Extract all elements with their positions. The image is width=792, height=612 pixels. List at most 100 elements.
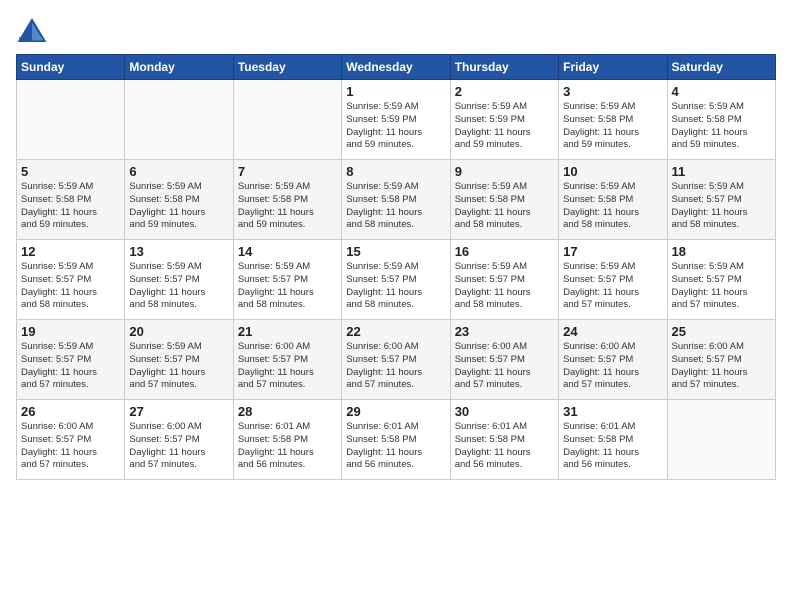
day-number: 29	[346, 404, 445, 419]
calendar-header: SundayMondayTuesdayWednesdayThursdayFrid…	[17, 55, 776, 80]
day-number: 17	[563, 244, 662, 259]
week-row-3: 12Sunrise: 5:59 AM Sunset: 5:57 PM Dayli…	[17, 240, 776, 320]
day-info: Sunrise: 5:59 AM Sunset: 5:58 PM Dayligh…	[563, 181, 662, 232]
day-cell: 30Sunrise: 6:01 AM Sunset: 5:58 PM Dayli…	[450, 400, 558, 480]
week-row-4: 19 Sunrise: 5:59 AM Sunset: 5:57 PM Dayli…	[17, 320, 776, 400]
day-info: Sunrise: 6:00 AM Sunset: 5:57 PM Dayligh…	[346, 341, 445, 392]
day-info: Sunrise: 6:00 AM Sunset: 5:57 PM Dayligh…	[672, 341, 771, 392]
day-number: 15	[346, 244, 445, 259]
day-cell: 21Sunrise: 6:00 AM Sunset: 5:57 PM Dayli…	[233, 320, 341, 400]
day-cell: 24Sunrise: 6:00 AM Sunset: 5:57 PM Dayli…	[559, 320, 667, 400]
day-cell: 15 Sunrise: 5:59 AM Sunset: 5:57 PM Dayli…	[342, 240, 450, 320]
calendar-body: 1 Sunrise: 5:59 AM Sunset: 5:59 PM Daylig…	[17, 80, 776, 480]
day-cell: 18 Sunrise: 5:59 AM Sunset: 5:57 PM Dayli…	[667, 240, 775, 320]
day-number: 1	[346, 84, 445, 99]
day-info: Sunrise: 6:00 AM Sunset: 5:57 PM Dayligh…	[21, 421, 120, 472]
logo	[16, 16, 52, 44]
week-row-1: 1 Sunrise: 5:59 AM Sunset: 5:59 PM Daylig…	[17, 80, 776, 160]
day-number: 20	[129, 324, 228, 339]
day-info: Sunrise: 5:59 AM Sunset: 5:57 PM Dayligh…	[455, 261, 554, 312]
day-info: Sunrise: 6:01 AM Sunset: 5:58 PM Dayligh…	[238, 421, 337, 472]
day-number: 8	[346, 164, 445, 179]
day-cell: 20 Sunrise: 5:59 AM Sunset: 5:57 PM Dayli…	[125, 320, 233, 400]
day-info: Sunrise: 5:59 AM Sunset: 5:57 PM Dayligh…	[21, 341, 120, 392]
day-number: 13	[129, 244, 228, 259]
day-cell: 3 Sunrise: 5:59 AM Sunset: 5:58 PM Daylig…	[559, 80, 667, 160]
week-row-5: 26Sunrise: 6:00 AM Sunset: 5:57 PM Dayli…	[17, 400, 776, 480]
day-cell: 8 Sunrise: 5:59 AM Sunset: 5:58 PM Daylig…	[342, 160, 450, 240]
day-cell: 25 Sunrise: 6:00 AM Sunset: 5:57 PM Dayli…	[667, 320, 775, 400]
page-header	[16, 16, 776, 44]
header-cell-thursday: Thursday	[450, 55, 558, 80]
day-number: 21	[238, 324, 337, 339]
day-info: Sunrise: 5:59 AM Sunset: 5:58 PM Dayligh…	[563, 101, 662, 152]
day-cell: 2Sunrise: 5:59 AM Sunset: 5:59 PM Daylig…	[450, 80, 558, 160]
day-cell	[667, 400, 775, 480]
day-info: Sunrise: 5:59 AM Sunset: 5:57 PM Dayligh…	[129, 341, 228, 392]
day-info: Sunrise: 5:59 AM Sunset: 5:58 PM Dayligh…	[346, 181, 445, 232]
day-info: Sunrise: 6:01 AM Sunset: 5:58 PM Dayligh…	[346, 421, 445, 472]
day-info: Sunrise: 5:59 AM Sunset: 5:57 PM Dayligh…	[672, 181, 771, 232]
logo-icon	[16, 16, 48, 44]
day-number: 19	[21, 324, 120, 339]
day-cell	[17, 80, 125, 160]
day-number: 11	[672, 164, 771, 179]
header-cell-saturday: Saturday	[667, 55, 775, 80]
day-cell: 27Sunrise: 6:00 AM Sunset: 5:57 PM Dayli…	[125, 400, 233, 480]
day-cell: 5Sunrise: 5:59 AM Sunset: 5:58 PM Daylig…	[17, 160, 125, 240]
day-info: Sunrise: 5:59 AM Sunset: 5:57 PM Dayligh…	[238, 261, 337, 312]
header-cell-friday: Friday	[559, 55, 667, 80]
day-cell: 10 Sunrise: 5:59 AM Sunset: 5:58 PM Dayli…	[559, 160, 667, 240]
day-cell	[233, 80, 341, 160]
day-number: 23	[455, 324, 554, 339]
day-number: 10	[563, 164, 662, 179]
day-number: 2	[455, 84, 554, 99]
day-number: 18	[672, 244, 771, 259]
header-cell-tuesday: Tuesday	[233, 55, 341, 80]
day-number: 5	[21, 164, 120, 179]
day-cell: 16Sunrise: 5:59 AM Sunset: 5:57 PM Dayli…	[450, 240, 558, 320]
day-info: Sunrise: 6:01 AM Sunset: 5:58 PM Dayligh…	[563, 421, 662, 472]
day-number: 14	[238, 244, 337, 259]
day-number: 24	[563, 324, 662, 339]
day-cell: 17 Sunrise: 5:59 AM Sunset: 5:57 PM Dayli…	[559, 240, 667, 320]
day-cell: 14 Sunrise: 5:59 AM Sunset: 5:57 PM Dayli…	[233, 240, 341, 320]
day-info: Sunrise: 5:59 AM Sunset: 5:57 PM Dayligh…	[563, 261, 662, 312]
day-info: Sunrise: 5:59 AM Sunset: 5:58 PM Dayligh…	[455, 181, 554, 232]
day-info: Sunrise: 5:59 AM Sunset: 5:57 PM Dayligh…	[346, 261, 445, 312]
day-info: Sunrise: 6:00 AM Sunset: 5:57 PM Dayligh…	[455, 341, 554, 392]
day-info: Sunrise: 5:59 AM Sunset: 5:58 PM Dayligh…	[672, 101, 771, 152]
day-number: 4	[672, 84, 771, 99]
day-cell: 12Sunrise: 5:59 AM Sunset: 5:57 PM Dayli…	[17, 240, 125, 320]
day-number: 22	[346, 324, 445, 339]
day-info: Sunrise: 5:59 AM Sunset: 5:57 PM Dayligh…	[21, 261, 120, 312]
day-cell: 19 Sunrise: 5:59 AM Sunset: 5:57 PM Dayli…	[17, 320, 125, 400]
day-cell: 1 Sunrise: 5:59 AM Sunset: 5:59 PM Daylig…	[342, 80, 450, 160]
header-cell-sunday: Sunday	[17, 55, 125, 80]
day-info: Sunrise: 5:59 AM Sunset: 5:58 PM Dayligh…	[129, 181, 228, 232]
day-cell: 31 Sunrise: 6:01 AM Sunset: 5:58 PM Dayli…	[559, 400, 667, 480]
day-number: 7	[238, 164, 337, 179]
day-cell: 9 Sunrise: 5:59 AM Sunset: 5:58 PM Daylig…	[450, 160, 558, 240]
day-number: 3	[563, 84, 662, 99]
day-info: Sunrise: 5:59 AM Sunset: 5:59 PM Dayligh…	[346, 101, 445, 152]
day-cell: 4 Sunrise: 5:59 AM Sunset: 5:58 PM Daylig…	[667, 80, 775, 160]
day-number: 25	[672, 324, 771, 339]
header-cell-wednesday: Wednesday	[342, 55, 450, 80]
day-number: 28	[238, 404, 337, 419]
day-cell	[125, 80, 233, 160]
calendar-table: SundayMondayTuesdayWednesdayThursdayFrid…	[16, 54, 776, 480]
day-info: Sunrise: 5:59 AM Sunset: 5:57 PM Dayligh…	[672, 261, 771, 312]
day-cell: 23 Sunrise: 6:00 AM Sunset: 5:57 PM Dayli…	[450, 320, 558, 400]
day-cell: 13Sunrise: 5:59 AM Sunset: 5:57 PM Dayli…	[125, 240, 233, 320]
day-number: 31	[563, 404, 662, 419]
header-cell-monday: Monday	[125, 55, 233, 80]
day-number: 9	[455, 164, 554, 179]
day-cell: 26Sunrise: 6:00 AM Sunset: 5:57 PM Dayli…	[17, 400, 125, 480]
day-number: 30	[455, 404, 554, 419]
day-cell: 22 Sunrise: 6:00 AM Sunset: 5:57 PM Dayli…	[342, 320, 450, 400]
week-row-2: 5 Sunrise: 5:59 AM Sunset: 5:58 PM Daylig…	[17, 160, 776, 240]
day-info: Sunrise: 5:59 AM Sunset: 5:58 PM Dayligh…	[238, 181, 337, 232]
day-cell: 6Sunrise: 5:59 AM Sunset: 5:58 PM Daylig…	[125, 160, 233, 240]
header-row: SundayMondayTuesdayWednesdayThursdayFrid…	[17, 55, 776, 80]
